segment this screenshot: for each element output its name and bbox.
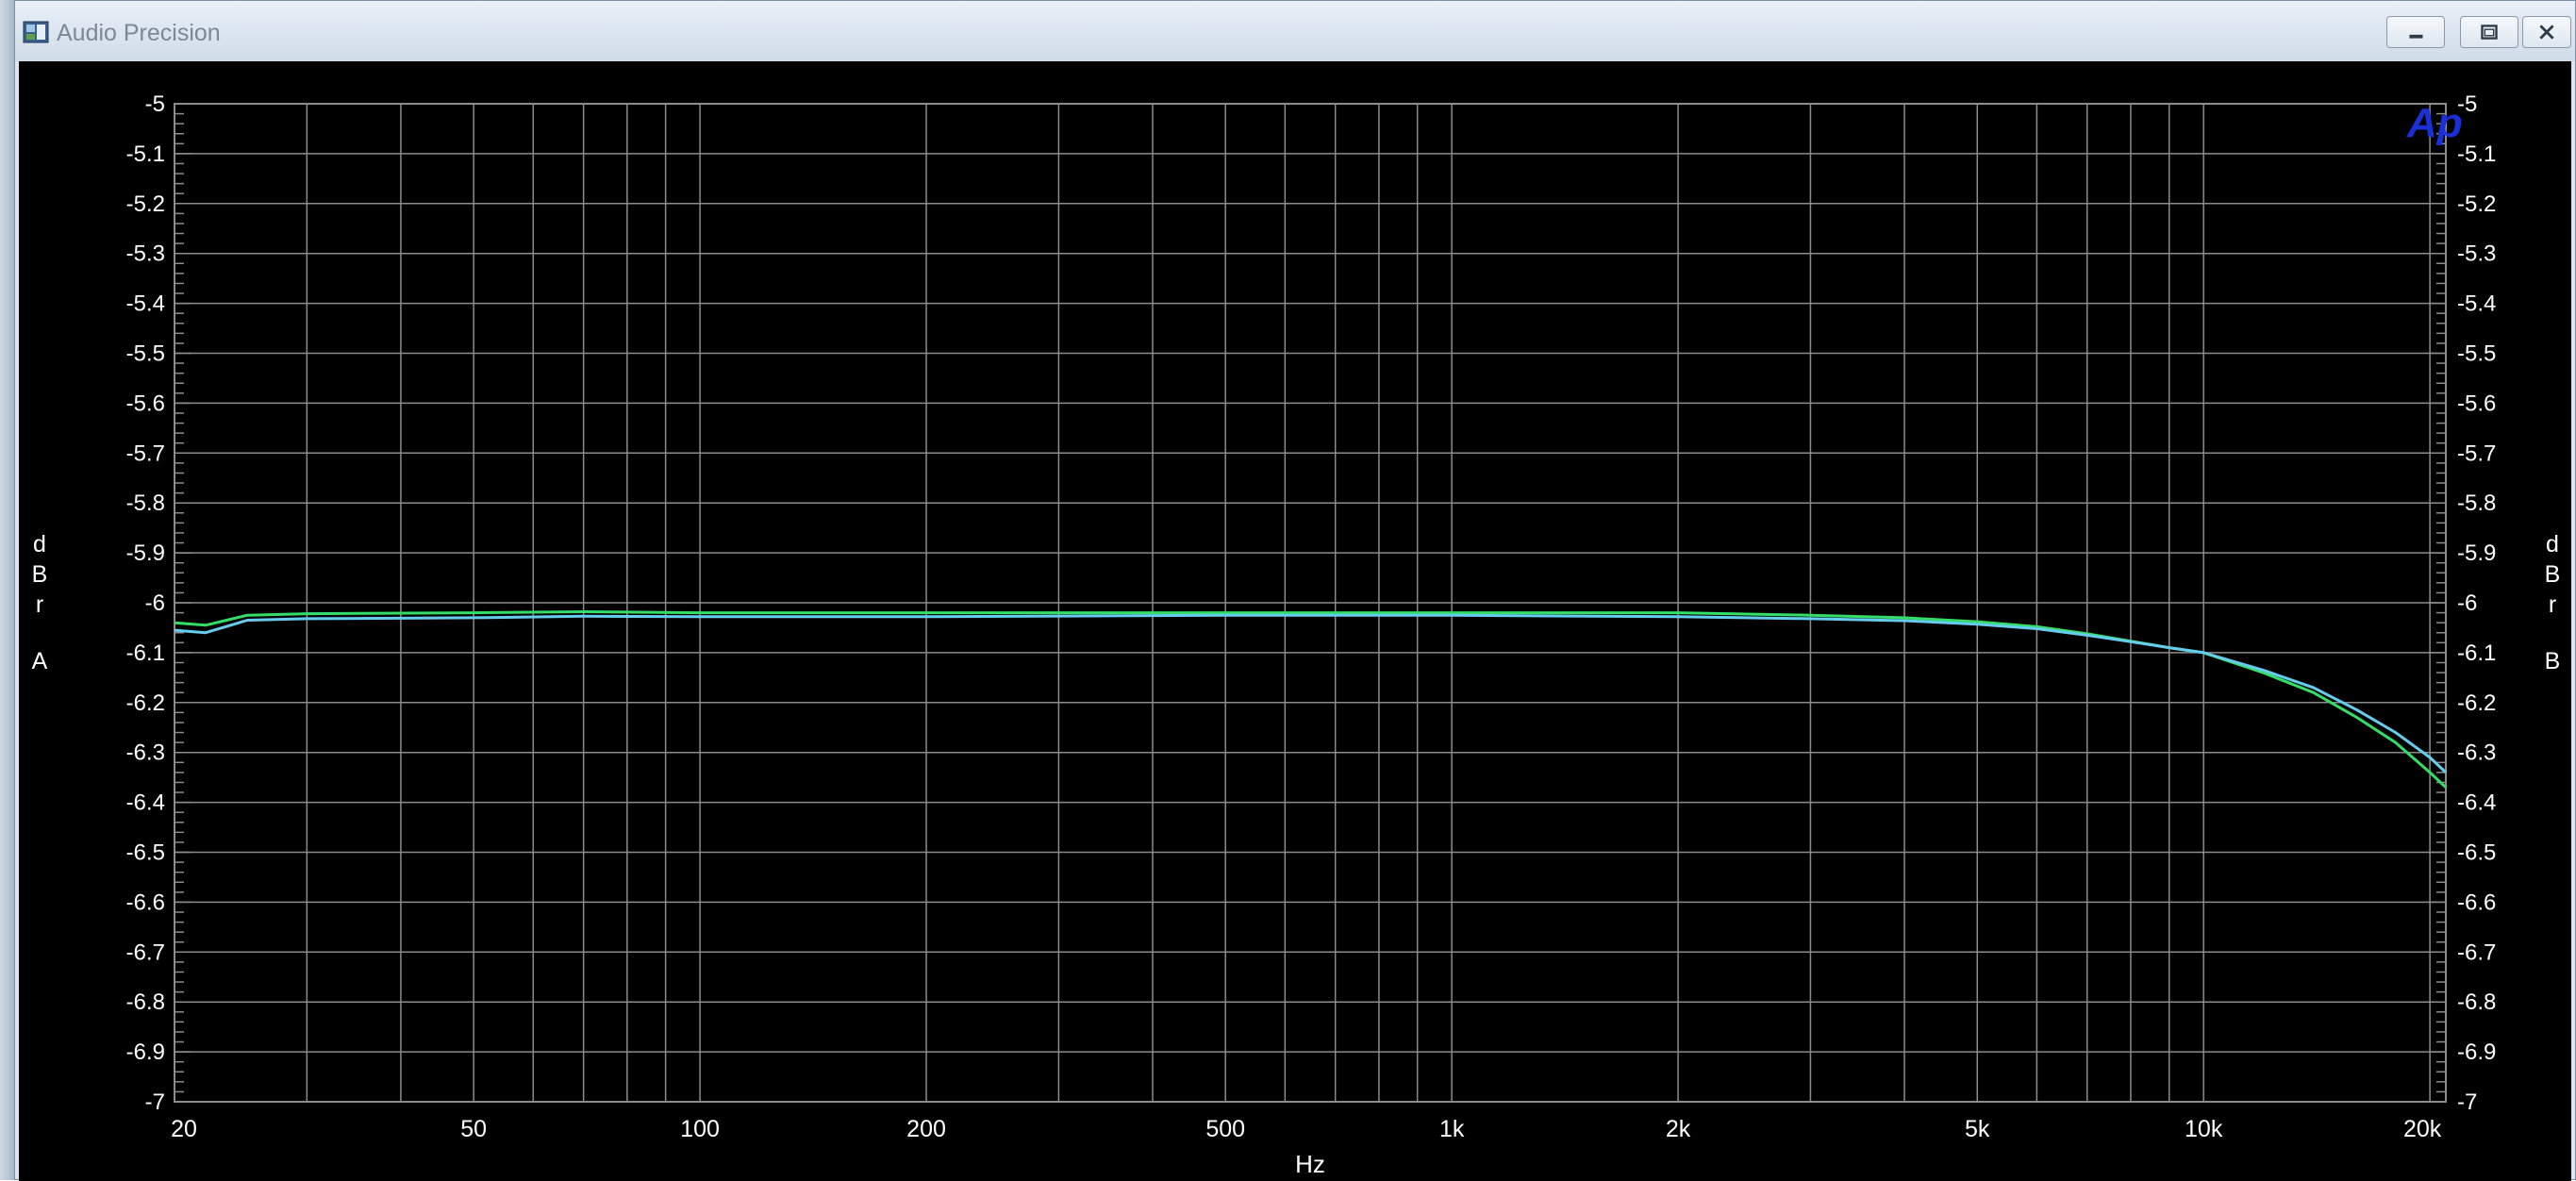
y-tick-label-left: -6.3 bbox=[126, 740, 165, 766]
y-tick-label-left: -5.1 bbox=[126, 141, 165, 167]
y-tick-label-right: -5.7 bbox=[2457, 441, 2496, 466]
y-tick-label-left: -5 bbox=[145, 91, 165, 117]
x-tick-label: 100 bbox=[680, 1116, 720, 1142]
x-tick-label: 20 bbox=[171, 1116, 197, 1142]
y-tick-label-left: -6 bbox=[145, 590, 165, 616]
maximize-button[interactable] bbox=[2460, 16, 2518, 48]
x-tick-label: 50 bbox=[460, 1116, 487, 1142]
y-tick-label-left: -5.8 bbox=[126, 491, 165, 516]
y-tick-label-left: -5.7 bbox=[126, 441, 165, 466]
y-tick-label-right: -5.4 bbox=[2457, 291, 2496, 317]
y-tick-label-left: -5.5 bbox=[126, 341, 165, 367]
y-tick-label-right: -5.6 bbox=[2457, 391, 2496, 416]
y-tick-label-left: -6.2 bbox=[126, 690, 165, 716]
y-axis-label-right-char: B bbox=[2545, 561, 2561, 588]
y-tick-label-right: -6.3 bbox=[2457, 740, 2496, 766]
minimize-icon bbox=[2409, 34, 2423, 39]
x-tick-label: 5k bbox=[1965, 1116, 1990, 1142]
y-tick-label-right: -5.9 bbox=[2457, 541, 2496, 566]
y-axis-label-right-char: B bbox=[2545, 648, 2561, 674]
y-axis-label-left-char: d bbox=[33, 531, 46, 557]
y-tick-label-right: -6.9 bbox=[2457, 1040, 2496, 1065]
y-tick-label-right: -6 bbox=[2457, 590, 2477, 616]
y-tick-label-right: -6.1 bbox=[2457, 640, 2496, 666]
y-tick-label-left: -5.4 bbox=[126, 291, 165, 317]
audio-precision-logo: Ap bbox=[2406, 100, 2463, 146]
y-tick-label-right: -6.6 bbox=[2457, 890, 2496, 915]
y-tick-label-right: -5.1 bbox=[2457, 141, 2496, 167]
y-axis-label-left-char: r bbox=[36, 591, 43, 618]
minimize-button[interactable] bbox=[2386, 16, 2445, 48]
x-axis-label: Hz bbox=[1295, 1150, 1325, 1178]
y-tick-label-right: -6.7 bbox=[2457, 940, 2496, 965]
y-tick-label-right: -5.2 bbox=[2457, 191, 2496, 217]
y-tick-label-right: -6.2 bbox=[2457, 690, 2496, 716]
y-tick-label-right: -6.4 bbox=[2457, 790, 2496, 816]
axis-labels: -5 -5-5.1 -5.1-5.2 -5.2-5.3 -5.3-5.4 -5.4-5.5… bbox=[32, 91, 2561, 1178]
y-tick-label-left: -5.6 bbox=[126, 391, 165, 416]
y-tick-label-right: -6.8 bbox=[2457, 990, 2496, 1015]
y-tick-label-right: -5.5 bbox=[2457, 341, 2496, 367]
x-tick-label: 200 bbox=[906, 1116, 946, 1142]
x-tick-label: 2k bbox=[1666, 1116, 1691, 1142]
x-tick-label: 20k bbox=[2403, 1116, 2442, 1142]
x-tick-label: 1k bbox=[1439, 1116, 1465, 1142]
grid bbox=[174, 103, 2447, 1103]
y-tick-label-left: -5.9 bbox=[126, 541, 165, 566]
y-axis-label-left-char: A bbox=[32, 648, 48, 674]
graph-panel: -5 -5 -5.1 -5.1 -5.2 -5.2 -5.3 -5.3 -5.4 -5.4 -5.5… bbox=[19, 61, 2571, 1181]
audio-precision-app-icon bbox=[23, 20, 51, 46]
y-tick-label-left: -6.8 bbox=[126, 990, 165, 1015]
maximize-icon bbox=[2481, 25, 2498, 40]
x-tick-label: 500 bbox=[1205, 1116, 1245, 1142]
frequency-response-chart[interactable]: -5 -5-5.1 -5.1-5.2 -5.2-5.3 -5.3-5.4 -5.4-5.5… bbox=[19, 61, 2571, 1181]
x-tick-label: 10k bbox=[2185, 1116, 2223, 1142]
y-axis-label-left-char: B bbox=[32, 561, 48, 588]
series-lines bbox=[174, 610, 2448, 789]
series-line-2 bbox=[174, 613, 2448, 773]
y-tick-label-left: -6.4 bbox=[126, 790, 165, 816]
window-title: Audio Precision bbox=[57, 20, 221, 46]
y-tick-label-left: -6.1 bbox=[126, 640, 165, 666]
background-window-edge bbox=[0, 0, 14, 1180]
y-tick-label-right: -5.8 bbox=[2457, 491, 2496, 516]
y-tick-label-right: -5.3 bbox=[2457, 241, 2496, 267]
y-tick-label-right: -7 bbox=[2457, 1090, 2477, 1115]
y-tick-label-left: -6.7 bbox=[126, 940, 165, 965]
title-bar[interactable]: Audio Precision bbox=[15, 1, 2575, 61]
y-axis-label-right-char: r bbox=[2549, 591, 2556, 618]
y-tick-label-left: -6.5 bbox=[126, 840, 165, 866]
y-axis-label-right-char: d bbox=[2546, 531, 2559, 557]
y-tick-label-left: -5.2 bbox=[126, 191, 165, 217]
y-tick-label-left: -7 bbox=[145, 1090, 165, 1115]
y-tick-label-left: -6.6 bbox=[126, 890, 165, 915]
close-icon bbox=[2539, 25, 2554, 40]
y-tick-label-left: -5.3 bbox=[126, 241, 165, 267]
close-button[interactable] bbox=[2522, 16, 2571, 48]
audio-precision-window: Audio Precision -5 -5 -5.1 -5.1 -5.2 -5.2 -5.3… bbox=[14, 0, 2576, 1181]
y-tick-label-right: -6.5 bbox=[2457, 840, 2496, 866]
y-tick-label-left: -6.9 bbox=[126, 1040, 165, 1065]
